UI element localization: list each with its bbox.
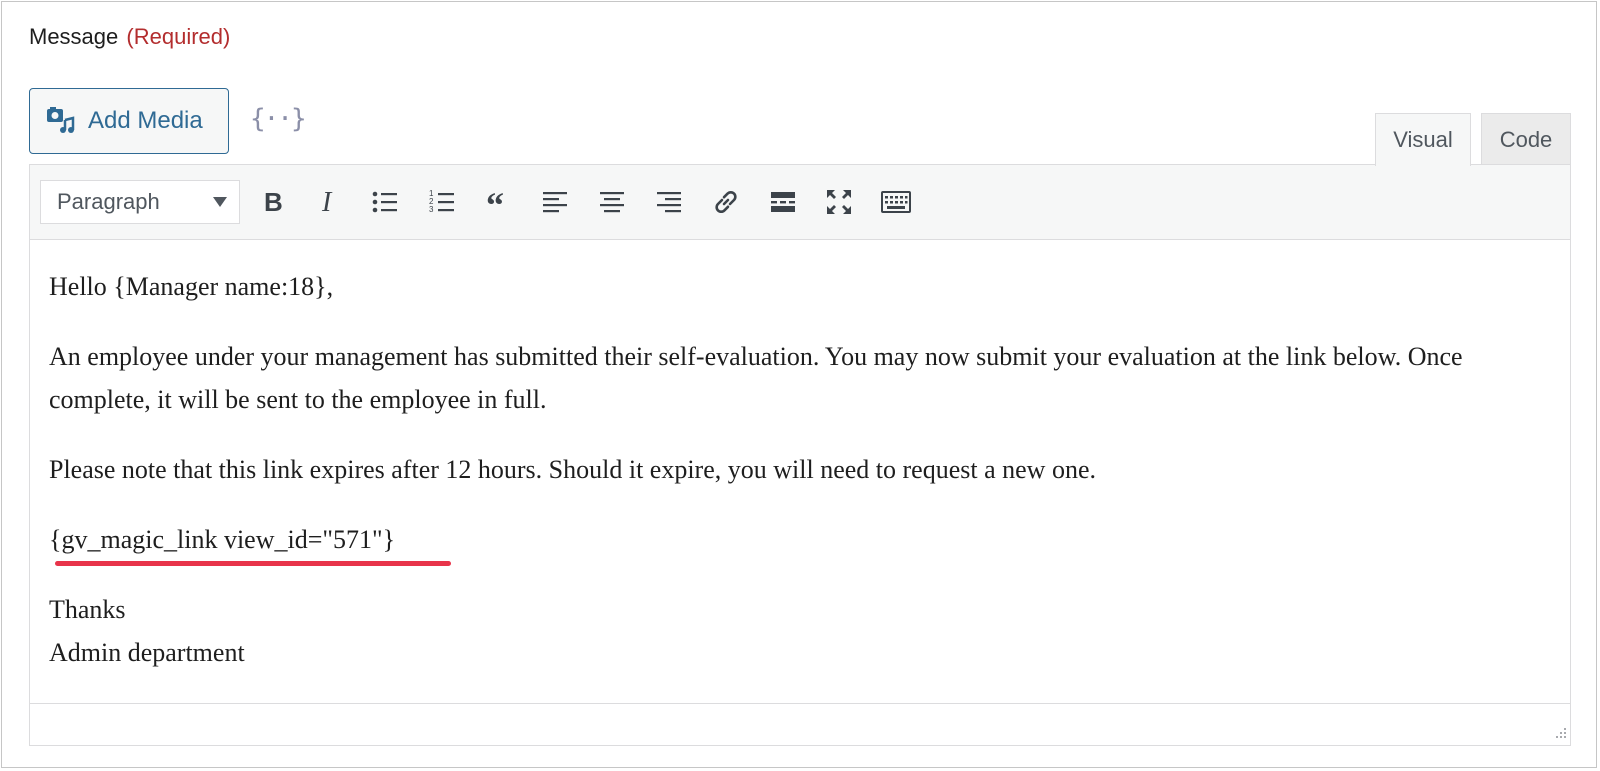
add-media-button[interactable]: Add Media [29,88,229,154]
greeting-paragraph: Hello {Manager name:18}, [49,272,334,301]
numbered-list-icon: 1 2 3 [429,189,454,214]
align-left-button[interactable] [538,185,572,219]
signoff-line: Thanks [49,595,126,624]
blockquote-icon: “ [486,187,504,217]
bold-button[interactable]: B [254,185,288,219]
tab-visual[interactable]: Visual [1375,113,1471,166]
signature-line: Admin department [49,638,245,667]
toolbar-toggle-icon [881,191,911,213]
label-text: Message [29,24,119,49]
body-paragraph-2: Please note that this link expires after… [49,455,1096,484]
magic-link-shortcode: {gv_magic_link view_id="571"} [49,525,396,554]
align-right-button[interactable] [652,185,686,219]
format-select[interactable]: Paragraph [40,180,240,224]
bold-icon: B [264,187,283,217]
align-center-icon [600,192,624,213]
editor-content[interactable]: Hello {Manager name:18}, An employee und… [49,265,1550,674]
bulleted-list-icon [372,191,397,213]
align-center-button[interactable] [595,185,629,219]
format-select-value: Paragraph [57,189,160,214]
media-icon [46,106,76,136]
tab-code[interactable]: Code [1481,113,1571,165]
add-media-label: Add Media [88,107,203,134]
read-more-icon [771,192,795,212]
italic-icon: I [321,187,333,217]
message-field-label: Message (Required) [29,24,230,50]
link-icon [715,190,737,214]
svg-text:B: B [264,187,283,217]
italic-button[interactable]: I [311,185,345,219]
required-indicator: (Required) [126,24,231,49]
resize-handle-icon[interactable] [1551,725,1567,741]
svg-text:I: I [321,187,333,217]
align-left-icon [543,192,567,213]
editor-statusbar [30,703,1570,745]
toolbar-toggle-button[interactable] [879,185,913,219]
chevron-down-icon [213,197,227,207]
fullscreen-icon [827,190,851,214]
svg-text:3: 3 [429,205,434,214]
read-more-button[interactable] [766,185,800,219]
numbered-list-button[interactable]: 1 2 3 [425,185,459,219]
merge-tags-icon[interactable]: {··} [250,104,307,134]
svg-text:“: “ [486,187,504,217]
blockquote-button[interactable]: “ [482,185,516,219]
link-button[interactable] [709,185,743,219]
editor-toolbar: Paragraph B I 1 2 3 “ [30,165,1570,240]
rich-text-editor: Paragraph B I 1 2 3 “ Hello {Manager nam… [29,164,1571,746]
bulleted-list-button[interactable] [368,185,402,219]
body-paragraph-1: An employee under your management has su… [49,342,1463,414]
fullscreen-button[interactable] [822,185,856,219]
align-right-icon [657,192,681,213]
highlight-underline [55,561,451,566]
